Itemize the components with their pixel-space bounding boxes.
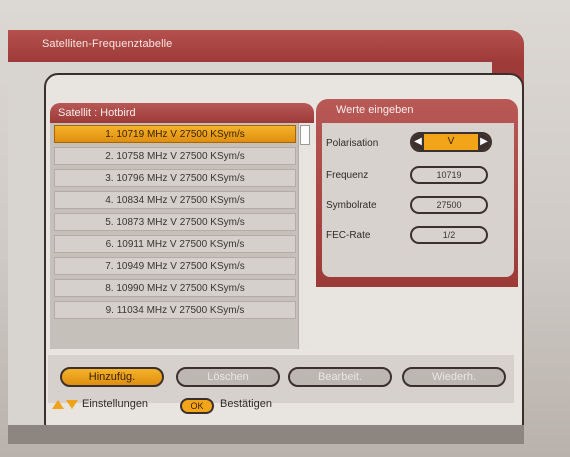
bottom-strip	[8, 425, 524, 444]
polarisation-label: Polarisation	[326, 138, 379, 149]
values-panel-title: Werte eingeben	[336, 104, 414, 116]
polarisation-left-arrow-icon[interactable]: ◀	[412, 134, 424, 150]
frequenz-label: Frequenz	[326, 170, 369, 181]
left-panel-header: Satellit : Hotbird	[50, 103, 314, 123]
settings-hint-label: Einstellungen	[82, 398, 149, 410]
fec-field[interactable]: 1/2	[410, 226, 488, 244]
list-item[interactable]: 6. 10911 MHz V 27500 KSym/s	[54, 235, 296, 253]
page-title: Satelliten-Frequenztabelle	[42, 38, 173, 50]
restore-button[interactable]: Wiederh.	[402, 367, 506, 387]
confirm-hint-label: Bestätigen	[220, 398, 272, 410]
list-scrollbar[interactable]	[298, 123, 311, 349]
list-item[interactable]: 3. 10796 MHz V 27500 KSym/s	[54, 169, 296, 187]
edit-button[interactable]: Bearbeit.	[288, 367, 392, 387]
ok-badge: OK	[180, 398, 214, 414]
list-item[interactable]: 4. 10834 MHz V 27500 KSym/s	[54, 191, 296, 209]
list-item[interactable]: 9. 11034 MHz V 27500 KSym/s	[54, 301, 296, 319]
list-item[interactable]: 1. 10719 MHz V 27500 KSym/s	[54, 125, 296, 143]
polarisation-value: V	[447, 136, 455, 147]
add-button[interactable]: Hinzufüg.	[60, 367, 164, 387]
list-item[interactable]: 8. 10990 MHz V 27500 KSym/s	[54, 279, 296, 297]
delete-button[interactable]: Löschen	[176, 367, 280, 387]
list-item[interactable]: 2. 10758 MHz V 27500 KSym/s	[54, 147, 296, 165]
down-arrow-icon	[66, 400, 78, 409]
fec-label: FEC-Rate	[326, 230, 371, 241]
up-arrow-icon	[52, 400, 64, 409]
frequenz-field[interactable]: 10719	[410, 166, 488, 184]
symbolrate-label: Symbolrate	[326, 200, 377, 211]
tv-frame: Satelliten-Frequenztabelle Satellit : Ho…	[0, 0, 570, 457]
symbolrate-field[interactable]: 27500	[410, 196, 488, 214]
list-item[interactable]: 7. 10949 MHz V 27500 KSym/s	[54, 257, 296, 275]
list-item[interactable]: 5. 10873 MHz V 27500 KSym/s	[54, 213, 296, 231]
left-panel-title: Satellit : Hotbird	[58, 107, 136, 119]
scrollbar-thumb[interactable]	[300, 125, 310, 145]
